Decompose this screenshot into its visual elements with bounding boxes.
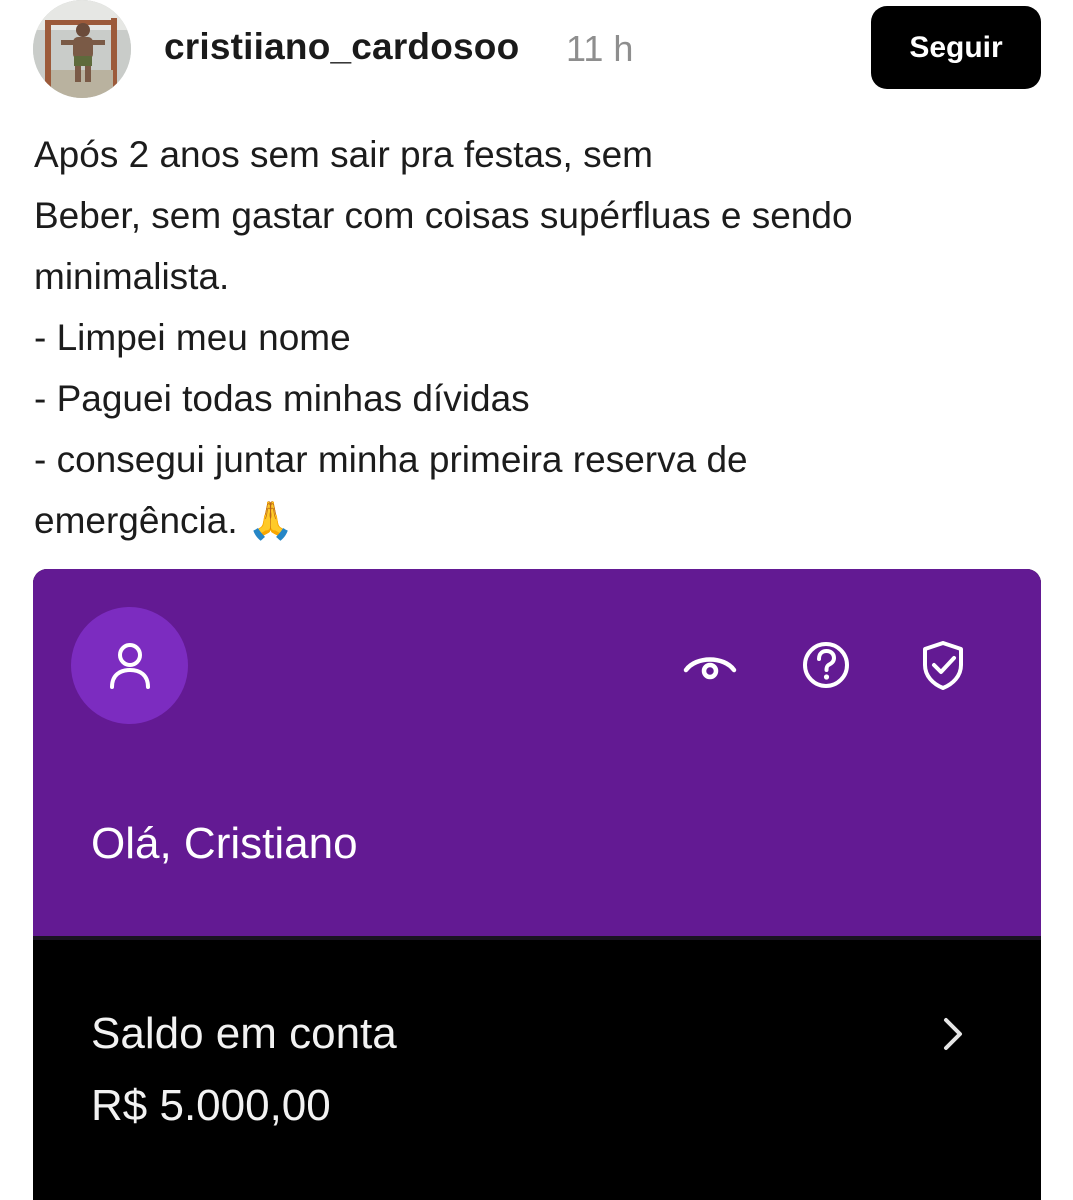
profile-icon — [109, 642, 150, 689]
caption-line: - Limpei meu nome — [34, 317, 351, 358]
bank-screenshot: Olá, Cristiano Saldo em conta R$ 5.000,0… — [33, 569, 1041, 1200]
help-button[interactable] — [796, 635, 856, 695]
balance-label[interactable]: Saldo em conta — [91, 1009, 397, 1059]
post-caption: Após 2 anos sem sair pra festas, sem Beb… — [34, 124, 1044, 551]
greeting: Olá, Cristiano — [91, 819, 358, 868]
post-time: 11 h — [566, 28, 634, 69]
balance-value: R$ 5.000,00 — [91, 1081, 331, 1130]
caption-line: Beber, sem gastar com coisas supérfluas … — [34, 195, 853, 236]
caption-line: - Paguei todas minhas dívidas — [34, 378, 530, 419]
caption-line: minimalista. — [34, 256, 230, 297]
chevron-right-icon[interactable] — [938, 1014, 968, 1054]
eye-icon — [683, 657, 737, 680]
follow-button[interactable]: Seguir — [871, 6, 1041, 89]
avatar-image — [33, 0, 131, 98]
profile-button[interactable] — [71, 607, 188, 724]
bank-header: Olá, Cristiano — [33, 569, 1041, 936]
help-icon — [803, 642, 849, 688]
caption-line: emergência. 🙏 — [34, 500, 294, 541]
caption-line: Após 2 anos sem sair pra festas, sem — [34, 134, 653, 175]
avatar[interactable] — [33, 0, 131, 98]
divider — [33, 936, 1041, 940]
security-button[interactable] — [913, 635, 973, 695]
caption-line: - consegui juntar minha primeira reserva… — [34, 439, 748, 480]
post: cristiiano_cardosoo 11 h Seguir Após 2 a… — [0, 0, 1073, 1200]
hide-balance-button[interactable] — [680, 635, 740, 695]
username[interactable]: cristiiano_cardosoo — [164, 26, 519, 68]
shield-check-icon — [923, 641, 963, 690]
